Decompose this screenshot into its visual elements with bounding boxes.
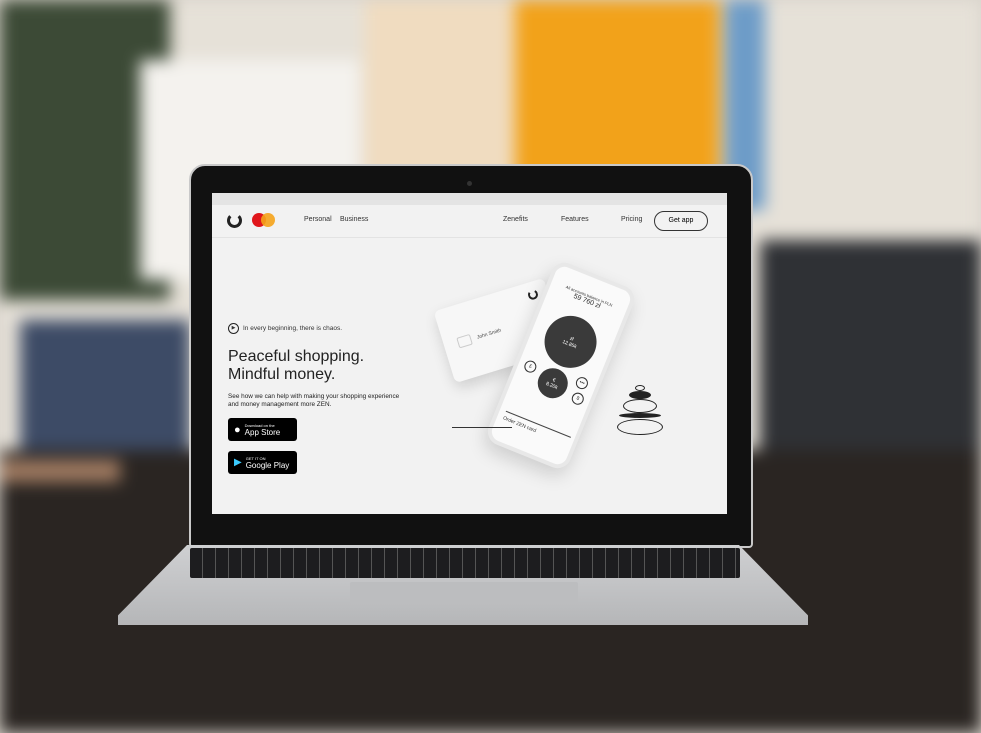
usd-bubble[interactable]: $ xyxy=(569,390,586,407)
video-link[interactable]: ▶ In every beginning, there is chaos. xyxy=(228,323,342,334)
nav-business[interactable]: Business xyxy=(340,216,368,223)
browser-top-bar xyxy=(212,193,727,205)
navbar: Personal Business Zenefits Features Pric… xyxy=(212,205,727,238)
zen-logo-icon[interactable] xyxy=(227,213,242,228)
google-play-icon: ▶ xyxy=(234,457,242,468)
google-play-label: Google Play xyxy=(245,460,290,470)
nav-personal[interactable]: Personal xyxy=(304,216,332,223)
balance-value: 59 760 zł xyxy=(572,292,602,311)
mastercard-logo-icon-orange xyxy=(261,213,275,227)
trackpad xyxy=(350,582,578,604)
app-store-small: Download on the xyxy=(244,422,275,428)
title-line-2: Mindful money. xyxy=(228,366,336,383)
hero-title: Peaceful shopping. Mindful money. xyxy=(228,348,364,384)
card-chip-icon xyxy=(456,333,473,349)
nav-pricing[interactable]: Pricing xyxy=(621,216,642,223)
pln-bubble[interactable]: zł 12.85k xyxy=(536,308,605,376)
gbp-bubble[interactable]: £ xyxy=(522,358,539,375)
card-holder-name: John Smith xyxy=(476,327,502,341)
website-screen: Personal Business Zenefits Features Pric… xyxy=(212,193,727,514)
webcam xyxy=(467,181,472,186)
keyboard xyxy=(190,548,740,578)
nav-features[interactable]: Features xyxy=(561,216,589,223)
horizon-line xyxy=(452,427,512,428)
nav-zenefits[interactable]: Zenefits xyxy=(503,216,528,223)
more-bubble[interactable]: ••• xyxy=(574,375,590,391)
title-line-1: Peaceful shopping. xyxy=(228,348,365,365)
hero-subtitle: See how we can help with making your sho… xyxy=(228,393,400,408)
card-logo-icon xyxy=(526,288,540,301)
stacked-stones-illustration xyxy=(617,385,667,440)
eur-bubble[interactable]: €8.20k xyxy=(533,363,573,403)
tagline: In every beginning, there is chaos. xyxy=(243,325,343,332)
order-card-link[interactable]: Order ZEN card xyxy=(501,410,571,448)
balance-label: All accounts balance in PLN xyxy=(565,284,614,308)
play-icon: ▶ xyxy=(228,323,239,334)
google-play-button[interactable]: ▶ GET IT ON Google Play xyxy=(228,451,297,474)
app-store-button[interactable]: ● Download on the App Store xyxy=(228,418,297,441)
app-store-label: App Store xyxy=(244,427,281,437)
apple-icon: ● xyxy=(234,423,241,436)
get-app-button[interactable]: Get app xyxy=(654,211,708,231)
